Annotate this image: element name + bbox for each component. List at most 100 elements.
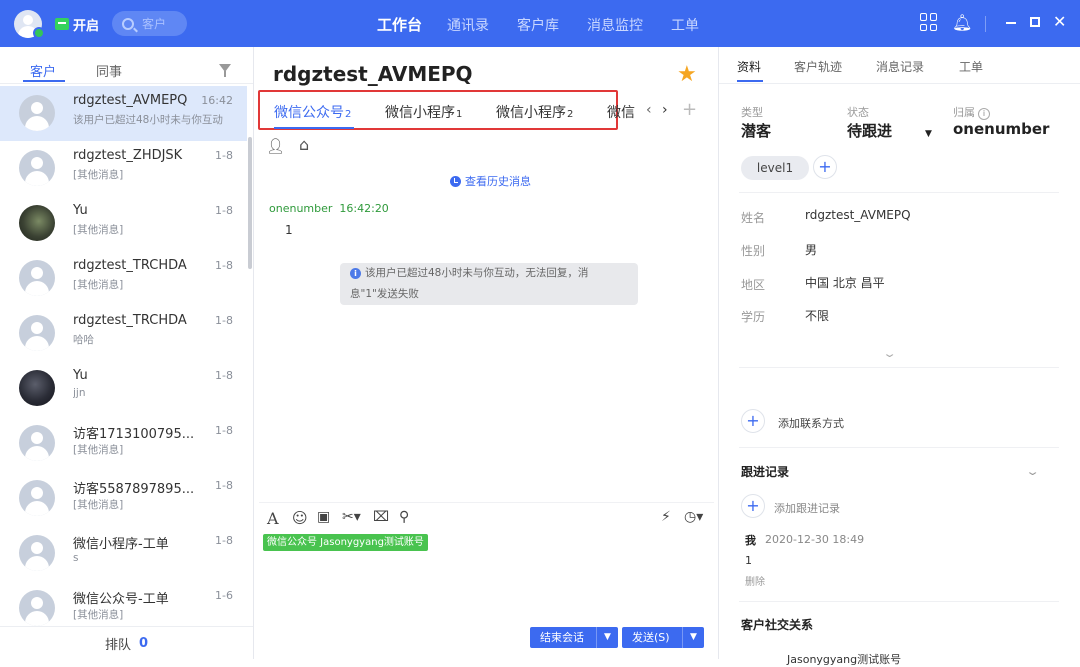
channel-tab-count: 2 (345, 109, 352, 120)
clock-dropdown-icon[interactable]: ◷▾ (684, 509, 703, 525)
image-icon[interactable]: ▣ (317, 509, 330, 525)
add-user-icon[interactable]: 👤︎ (266, 137, 285, 155)
tab-channel-mini-program-1[interactable]: 微信小程序1 (385, 102, 462, 122)
add-followup-icon[interactable]: + (741, 494, 765, 518)
conversation-item[interactable]: 微信小程序-工单 s 1-8 (0, 526, 247, 581)
tab-channel-wechat-official[interactable]: 微信公众号2 (274, 102, 351, 122)
divider (739, 601, 1059, 602)
conversation-name: 访客5587897895... (73, 482, 195, 497)
conversation-name: rdgztest_TRCHDA (73, 258, 187, 273)
tab-profile[interactable]: 资料 (737, 58, 761, 75)
filter-icon[interactable] (219, 64, 231, 77)
status-select[interactable]: 待跟进 (847, 120, 892, 141)
conversation-preview: 哈哈 (73, 334, 94, 346)
minimize-icon[interactable] (1006, 22, 1016, 24)
channel-tab-underline (274, 127, 354, 129)
conversation-preview: [其他消息] (73, 279, 124, 291)
view-history-link[interactable]: 查看历史消息 (450, 173, 531, 189)
star-icon[interactable]: ★ (677, 62, 697, 87)
chevron-down-icon[interactable]: ▼ (596, 627, 618, 648)
record-author: 我 (745, 534, 756, 547)
add-tag-icon[interactable]: + (813, 155, 837, 179)
scissors-icon[interactable]: ✂▾ (342, 509, 361, 525)
sender-name: onenumber (269, 202, 333, 215)
info-icon[interactable]: i (978, 108, 990, 120)
expand-chevron-icon[interactable]: ⌄ (882, 347, 897, 360)
divider (739, 367, 1059, 368)
channel-tab-label: 微信小程序 (385, 105, 455, 121)
tab-customer-track[interactable]: 客户轨迹 (794, 58, 842, 75)
bell-icon[interactable]: 🔔︎ (952, 13, 972, 32)
send-button[interactable]: 发送(S) ▼ (622, 627, 704, 648)
open-service-toggle[interactable]: 开启 (55, 15, 99, 34)
search-box[interactable]: 客户 (112, 11, 187, 36)
quick-reply-icon[interactable]: ⌧ (373, 509, 389, 525)
field-value: 男 (805, 243, 818, 257)
nav-workbench[interactable]: 工作台 (377, 14, 422, 35)
list-scrollbar[interactable] (248, 137, 252, 269)
top-bar: 开启 客户 工作台 通讯录 客户库 消息监控 工单 🔔︎ ✕ (0, 0, 1080, 47)
clock-icon (450, 175, 461, 187)
nav-work-orders[interactable]: 工单 (671, 15, 699, 35)
tab-channel-wechat[interactable]: 微信 (607, 102, 635, 122)
tab-channel-mini-program-2[interactable]: 微信小程序2 (496, 102, 573, 122)
close-icon[interactable]: ✕ (1053, 12, 1066, 31)
owner-label: 归属 i (953, 104, 990, 120)
chevron-down-icon[interactable]: ▼ (925, 129, 932, 139)
nav-message-monitor[interactable]: 消息监控 (587, 15, 643, 35)
level-tag[interactable]: level1 (741, 156, 809, 180)
social-item: Jasonygyang测试账号 (787, 653, 902, 666)
conversation-item[interactable]: rdgztest_TRCHDA [其他消息] 1-8 (0, 251, 247, 306)
collapse-chevron-icon[interactable]: ⌄ (1025, 465, 1040, 478)
conversation-item[interactable]: Yu [其他消息] 1-8 (0, 196, 247, 251)
conversation-item[interactable]: rdgztest_ZHDJSK [其他消息] 1-8 (0, 141, 247, 196)
conversation-item[interactable]: rdgztest_AVMEPQ 该用户已超过48小时未与你互动 16:42 (0, 86, 247, 141)
status-label: 状态 (847, 106, 869, 119)
conversation-name: rdgztest_TRCHDA (73, 313, 187, 328)
tab-underline (737, 80, 763, 82)
chevron-left-icon[interactable]: ‹ (646, 102, 652, 118)
conversation-item[interactable]: rdgztest_TRCHDA 哈哈 1-8 (0, 306, 247, 361)
field-value: 中国 北京 昌平 (805, 276, 885, 290)
conversation-time: 1-8 (215, 149, 233, 162)
tab-work-orders[interactable]: 工单 (959, 58, 983, 75)
add-contact-link[interactable]: 添加联系方式 (778, 415, 844, 431)
conversation-time: 1-8 (215, 259, 233, 272)
apps-grid-icon[interactable] (920, 13, 938, 31)
tab-customers[interactable]: 客户 (30, 61, 56, 80)
flash-reply-icon[interactable]: ⚡ (661, 509, 671, 525)
transfer-icon[interactable]: ⚲ (399, 509, 409, 525)
font-icon[interactable]: A (267, 509, 279, 528)
add-contact-icon[interactable]: + (741, 409, 765, 433)
chevron-down-icon[interactable]: ▼ (682, 627, 704, 648)
emoji-icon[interactable]: ☺ (292, 509, 308, 527)
queue-count: 0 (138, 635, 149, 651)
owner-value: onenumber (953, 120, 1050, 138)
nav-customer-library[interactable]: 客户库 (517, 15, 559, 35)
home-clock-icon[interactable]: ⌂ (299, 135, 309, 154)
avatar (19, 315, 55, 351)
search-icon (122, 17, 134, 30)
delete-record-link[interactable]: 删除 (745, 573, 765, 588)
tab-colleagues[interactable]: 同事 (96, 61, 122, 80)
maximize-icon[interactable] (1030, 17, 1040, 27)
conversation-preview: 该用户已超过48小时未与你互动 (73, 114, 223, 126)
conversation-item[interactable]: 访客1713100795... [其他消息] 1-8 (0, 416, 247, 471)
tab-message-records[interactable]: 消息记录 (876, 58, 924, 75)
add-followup-link[interactable]: 添加跟进记录 (774, 500, 840, 516)
field-value: rdgztest_AVMEPQ (805, 208, 911, 222)
queue-bar[interactable]: 排队 0 (0, 626, 253, 659)
search-placeholder: 客户 (142, 17, 167, 31)
chat-panel: rdgztest_AVMEPQ ★ 微信公众号2 微信小程序1 微信小程序2 微… (255, 47, 718, 659)
conversation-item[interactable]: 访客5587897895... [其他消息] 1-8 (0, 471, 247, 526)
conversation-time: 1-8 (215, 534, 233, 547)
nav-contacts[interactable]: 通讯录 (447, 15, 489, 35)
composer[interactable]: A ☺ ▣ ✂▾ ⌧ ⚲ ⚡ ◷▾ 微信公众号 Jasonygyang测试账号 (259, 502, 714, 602)
add-tab-icon[interactable]: + (682, 99, 697, 120)
conversation-preview: [其他消息] (73, 499, 124, 511)
end-session-button[interactable]: 结束会话 ▼ (530, 627, 618, 648)
left-tabs: 客户 同事 (0, 47, 253, 84)
conversation-item[interactable]: Yu jjn 1-8 (0, 361, 247, 416)
chevron-right-icon[interactable]: › (662, 102, 668, 118)
channel-tab-label: 微信公众号 (274, 105, 344, 121)
